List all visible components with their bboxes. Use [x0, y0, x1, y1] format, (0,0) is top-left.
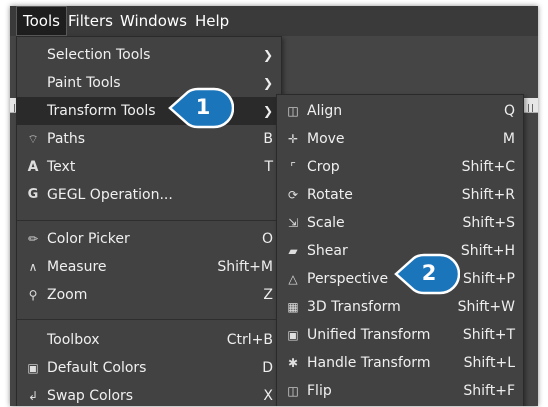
menu-item-label: Measure — [47, 259, 107, 275]
menu-item-rotate[interactable]: ⟳ Rotate Shift+R — [277, 181, 523, 209]
menu-item-shortcut: D — [262, 360, 273, 376]
measure-icon: ∧ — [28, 260, 38, 274]
menu-item-label: Scale — [307, 215, 345, 231]
menu-filters[interactable]: Filters — [62, 6, 119, 36]
menu-item-label: Swap Colors — [47, 388, 134, 404]
menu-item-label: Crop — [307, 159, 340, 175]
gegl-icon: G — [27, 187, 39, 202]
menu-item-3d-transform[interactable]: ▦ 3D Transform Shift+W — [277, 293, 523, 321]
menu-item-shortcut: M — [502, 131, 515, 147]
menu-item-label: GEGL Operation... — [47, 187, 173, 203]
align-icon: ◫ — [287, 104, 299, 118]
menu-item-label: Move — [307, 131, 345, 147]
menu-item-label: Align — [307, 103, 343, 119]
menu-windows[interactable]: Windows — [114, 6, 193, 36]
menu-item-shortcut: Shift+S — [462, 215, 515, 231]
menu-item-align[interactable]: ◫ Align Q — [277, 97, 523, 125]
menu-help[interactable]: Help — [189, 6, 235, 36]
menu-item-shortcut: Shift+P — [463, 271, 515, 287]
menu-separator — [17, 220, 281, 221]
rotate-icon: ⟳ — [287, 188, 299, 202]
menu-item-label: Paint Tools — [47, 75, 121, 91]
tools-menu: Selection Tools ❯ Paint Tools ❯ Transfor… — [16, 36, 282, 406]
transform-tools-submenu: ◫ Align Q ✛ Move M ⌜ Crop Shift+C ⟳ Rota… — [276, 94, 524, 406]
menu-item-paths[interactable]: ⌔ Paths B — [17, 125, 281, 153]
menu-item-shortcut: Shift+W — [457, 299, 515, 315]
menu-item-label: Perspective — [307, 271, 389, 287]
menu-item-crop[interactable]: ⌜ Crop Shift+C — [277, 153, 523, 181]
flip-icon: ◫ — [287, 384, 299, 398]
menu-item-shortcut: Shift+C — [461, 159, 515, 175]
menu-item-shortcut: Shift+R — [461, 187, 515, 203]
menu-item-label: Default Colors — [47, 360, 147, 376]
menu-item-text[interactable]: A Text T — [17, 153, 281, 181]
menu-item-default-colors[interactable]: ▣ Default Colors D — [17, 354, 281, 382]
menu-item-shortcut: T — [264, 159, 273, 175]
handle-transform-icon: ✱ — [287, 356, 299, 370]
menu-item-move[interactable]: ✛ Move M — [277, 125, 523, 153]
callout-1-number: 1 — [195, 95, 211, 119]
menu-item-unified-transform[interactable]: ▣ Unified Transform Shift+T — [277, 321, 523, 349]
menu-item-toolbox[interactable]: Toolbox Ctrl+B — [17, 326, 281, 354]
menu-item-selection-tools[interactable]: Selection Tools ❯ — [17, 41, 281, 69]
menu-tools[interactable]: Tools — [16, 6, 67, 36]
chevron-right-icon: ❯ — [262, 76, 273, 90]
menu-item-handle-transform[interactable]: ✱ Handle Transform Shift+L — [277, 349, 523, 377]
paths-icon: ⌔ — [27, 132, 39, 146]
menu-item-zoom[interactable]: ⚲ Zoom Z — [17, 281, 281, 309]
chevron-right-icon: ❯ — [262, 48, 273, 62]
menu-item-label: Paths — [47, 131, 86, 147]
menu-item-label: Transform Tools — [47, 103, 156, 119]
callout-2: 2 — [394, 252, 461, 296]
app-window: Tools Filters Windows Help Selection Too… — [10, 6, 538, 406]
menu-item-label: Zoom — [47, 287, 88, 303]
menu-item-gegl-operation[interactable]: G GEGL Operation... — [17, 181, 281, 209]
swap-colors-icon: ↲ — [27, 389, 39, 403]
menu-item-paint-tools[interactable]: Paint Tools ❯ — [17, 69, 281, 97]
menu-item-label: Selection Tools — [47, 47, 151, 63]
menu-item-label: Handle Transform — [307, 355, 431, 371]
menu-item-scale[interactable]: ⇲ Scale Shift+S — [277, 209, 523, 237]
menu-item-swap-colors[interactable]: ↲ Swap Colors X — [17, 382, 281, 406]
menu-item-label: Toolbox — [47, 332, 100, 348]
callout-1: 1 — [168, 86, 235, 130]
menu-separator — [17, 319, 281, 320]
color-picker-icon: ✏ — [27, 232, 39, 246]
shear-icon: ▰ — [288, 244, 298, 258]
menu-item-shortcut: Shift+H — [460, 243, 515, 259]
menubar: Tools Filters Windows Help — [10, 6, 538, 36]
menu-item-shortcut: X — [263, 388, 273, 404]
move-icon: ✛ — [287, 132, 299, 146]
menu-item-color-picker[interactable]: ✏ Color Picker O — [17, 225, 281, 253]
text-icon: A — [27, 159, 39, 175]
menu-item-shortcut: Shift+T — [462, 327, 515, 343]
menu-item-label: Flip — [307, 383, 332, 399]
menu-item-shortcut: B — [263, 131, 273, 147]
menu-item-label: Rotate — [307, 187, 353, 203]
menu-item-transform-tools[interactable]: Transform Tools ❯ — [17, 97, 281, 125]
scale-icon: ⇲ — [287, 216, 299, 230]
callout-2-number: 2 — [421, 261, 437, 285]
crop-icon: ⌜ — [290, 160, 296, 174]
menu-item-flip[interactable]: ◫ Flip Shift+F — [277, 377, 523, 405]
chevron-right-icon: ❯ — [262, 104, 273, 118]
menu-item-shortcut: Shift+L — [463, 355, 515, 371]
menu-item-label: Unified Transform — [307, 327, 431, 343]
zoom-icon: ⚲ — [28, 288, 38, 302]
menu-item-label: Color Picker — [47, 231, 130, 247]
menu-item-shortcut: Z — [263, 287, 273, 303]
menu-item-label: Text — [47, 159, 76, 175]
perspective-icon: △ — [288, 272, 298, 286]
default-colors-icon: ▣ — [27, 361, 39, 375]
menu-item-shortcut: Shift+M — [217, 259, 273, 275]
3d-transform-icon: ▦ — [287, 300, 299, 314]
menu-item-shortcut: Ctrl+B — [226, 332, 273, 348]
menu-item-measure[interactable]: ∧ Measure Shift+M — [17, 253, 281, 281]
unified-transform-icon: ▣ — [287, 328, 299, 342]
menu-item-label: 3D Transform — [307, 299, 401, 315]
menu-item-label: Shear — [307, 243, 348, 259]
menu-item-shortcut: Q — [503, 103, 515, 119]
menu-item-shortcut: O — [261, 231, 273, 247]
menu-item-shortcut: Shift+F — [463, 383, 515, 399]
